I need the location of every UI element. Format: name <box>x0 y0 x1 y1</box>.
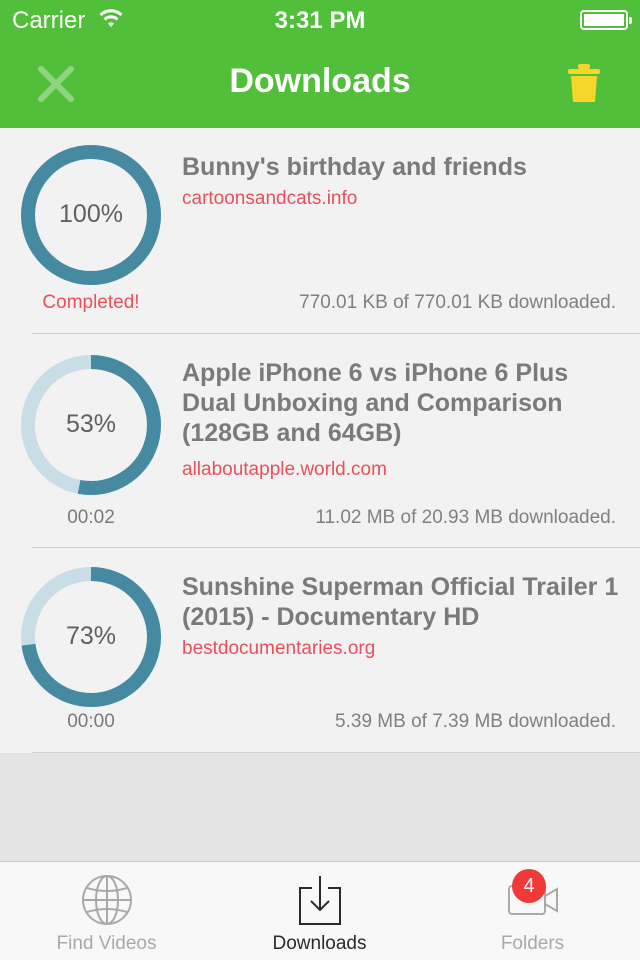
progress-percent: 53% <box>65 410 117 438</box>
tab-find-videos[interactable]: Find Videos <box>0 862 213 960</box>
download-icon <box>298 876 341 925</box>
tab-downloads[interactable]: Downloads <box>213 862 426 960</box>
download-time-remaining: 00:02 <box>67 507 115 528</box>
tab-label: Downloads <box>272 933 367 954</box>
status-bar: Carrier 3:31 PM <box>0 0 640 40</box>
download-title: Bunny's birthday and friends <box>182 153 527 181</box>
download-host[interactable]: allaboutapple.world.com <box>182 459 387 481</box>
download-item[interactable]: 100% Bunny's birthday and friends cartoo… <box>21 128 640 334</box>
download-time-remaining: 00:00 <box>67 711 115 732</box>
download-item[interactable]: 73% Sunshine Superman Official Trailer 1… <box>21 548 640 753</box>
page-title: Downloads <box>229 62 411 100</box>
download-title: Apple iPhone 6 vs iPhone 6 Plus Dual Unb… <box>182 359 569 447</box>
download-host[interactable]: bestdocumentaries.org <box>182 638 375 660</box>
tab-folders[interactable]: 4 Folders <box>426 862 639 960</box>
trash-icon[interactable] <box>566 62 602 104</box>
battery-icon <box>580 10 632 30</box>
download-title: Sunshine Superman Official Trailer 1 (20… <box>182 573 619 631</box>
tab-label: Folders <box>500 933 565 954</box>
clock: 3:31 PM <box>274 7 366 34</box>
downloads-list: 100% Bunny's birthday and friends cartoo… <box>0 128 640 753</box>
tab-bar: Find Videos Downloads 4 Folders <box>0 861 640 960</box>
navigation-header: Carrier 3:31 PM Downloads <box>0 0 640 128</box>
download-size: 5.39 MB of 7.39 MB downloaded. <box>335 711 616 732</box>
globe-icon <box>81 875 132 925</box>
tab-label: Find Videos <box>56 933 157 954</box>
download-host[interactable]: cartoonsandcats.info <box>182 188 357 210</box>
notification-badge: 4 <box>512 869 546 903</box>
download-item[interactable]: 53% Apple iPhone 6 vs iPhone 6 Plus Dual… <box>21 334 640 548</box>
download-status: Completed! <box>42 292 140 313</box>
progress-percent: 73% <box>65 622 117 650</box>
download-size: 11.02 MB of 20.93 MB downloaded. <box>315 507 616 528</box>
download-size: 770.01 KB of 770.01 KB downloaded. <box>299 292 616 313</box>
progress-percent: 100% <box>59 200 123 228</box>
